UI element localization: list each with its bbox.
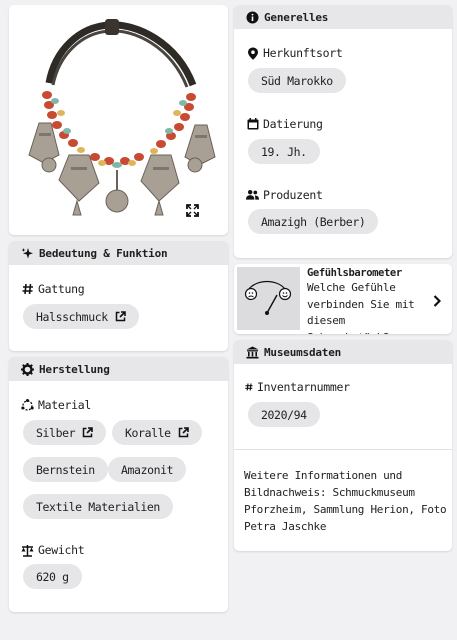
material-chip-amazonit: Amazonit — [108, 457, 187, 482]
date-label-row: Datierung — [246, 117, 323, 131]
barometer-text: Welche Gefühle verbinden Sie mit diesem … — [307, 281, 415, 334]
more-info-text: Weitere Informationen und Bildnachweis: … — [244, 469, 447, 533]
origin-label: Herkunftsort — [263, 46, 343, 60]
gattung-chip[interactable]: Halsschmuck — [23, 304, 139, 329]
general-title: Generelles — [264, 10, 329, 24]
origin-value: Süd Marokko — [261, 73, 333, 88]
hash-icon — [21, 283, 34, 296]
scale-icon — [21, 544, 34, 557]
barometer-card[interactable]: Gefühlsbarometer Welche Gefühle verbinde… — [234, 264, 452, 334]
production-card: Herstellung Material Silber Koralle Bern… — [9, 357, 228, 612]
material-chip-silber[interactable]: Silber — [23, 420, 107, 445]
date-label: Datierung — [263, 117, 323, 131]
barometer-illustration — [237, 267, 300, 330]
hash-icon — [244, 381, 253, 394]
date-value: 19. Jh. — [261, 144, 307, 159]
general-header: Generelles — [234, 5, 452, 29]
material-chip-bernstein: Bernstein — [23, 457, 108, 482]
meaning-header: Bedeutung & Funktion — [9, 241, 228, 265]
material-label: Material — [38, 398, 91, 412]
material-koralle: Koralle — [125, 425, 171, 440]
object-image-card — [9, 5, 228, 235]
external-link-icon — [178, 427, 189, 438]
external-link-icon — [115, 311, 126, 322]
gear-icon — [20, 362, 34, 376]
production-title: Herstellung — [39, 362, 110, 376]
museum-header: Museumsdaten — [234, 340, 452, 364]
museum-card: Museumsdaten Inventarnummer 2020/94 Weit… — [234, 340, 452, 551]
inventory-chip: 2020/94 — [248, 402, 320, 427]
inventory-value: 2020/94 — [261, 407, 307, 422]
weight-label: Gewicht — [38, 543, 85, 557]
origin-chip: Süd Marokko — [248, 68, 346, 93]
barometer-title: Gefühlsbarometer — [307, 267, 402, 279]
external-link-icon — [82, 427, 93, 438]
weight-value: 620 g — [36, 569, 69, 584]
material-bernstein: Bernstein — [36, 462, 95, 477]
gattung-label-row: Gattung — [21, 282, 85, 296]
divider — [234, 449, 452, 450]
origin-label-row: Herkunftsort — [246, 46, 343, 60]
location-pin-icon — [246, 47, 259, 60]
material-silber: Silber — [36, 425, 76, 440]
molecule-icon — [21, 398, 34, 412]
gattung-label: Gattung — [38, 282, 85, 296]
material-chip-textile: Textile Materialien — [23, 494, 173, 519]
material-textile: Textile Materialien — [36, 499, 160, 514]
barometer-text-block: Gefühlsbarometer Welche Gefühle verbinde… — [307, 266, 432, 334]
material-chip-koralle[interactable]: Koralle — [112, 420, 202, 445]
meaning-card: Bedeutung & Funktion Gattung Halsschmuck — [9, 241, 228, 351]
museum-title: Museumsdaten — [264, 345, 342, 359]
info-icon — [245, 10, 259, 24]
inventory-label-row: Inventarnummer — [244, 380, 350, 394]
sparkle-icon — [20, 246, 34, 260]
museum-icon — [245, 345, 259, 359]
producer-label-row: Produzent — [246, 188, 323, 202]
production-header: Herstellung — [9, 357, 228, 381]
necklace-image[interactable] — [9, 5, 228, 235]
material-label-row: Material — [21, 398, 91, 412]
weight-label-row: Gewicht — [21, 543, 85, 557]
material-amazonit: Amazonit — [121, 462, 174, 477]
gattung-value: Halsschmuck — [36, 309, 108, 324]
meaning-title: Bedeutung & Funktion — [39, 246, 168, 260]
chevron-right-icon[interactable] — [433, 292, 442, 311]
general-card: Generelles Herkunftsort Süd Marokko Dati… — [234, 5, 452, 258]
producer-chip: Amazigh (Berber) — [248, 209, 379, 234]
date-chip: 19. Jh. — [248, 139, 320, 164]
weight-chip: 620 g — [23, 564, 82, 589]
producer-value: Amazigh (Berber) — [261, 214, 366, 229]
calendar-icon — [246, 118, 259, 131]
producer-label: Produzent — [263, 188, 323, 202]
inventory-label: Inventarnummer — [257, 380, 350, 394]
people-icon — [246, 189, 259, 202]
expand-icon[interactable] — [186, 202, 199, 217]
